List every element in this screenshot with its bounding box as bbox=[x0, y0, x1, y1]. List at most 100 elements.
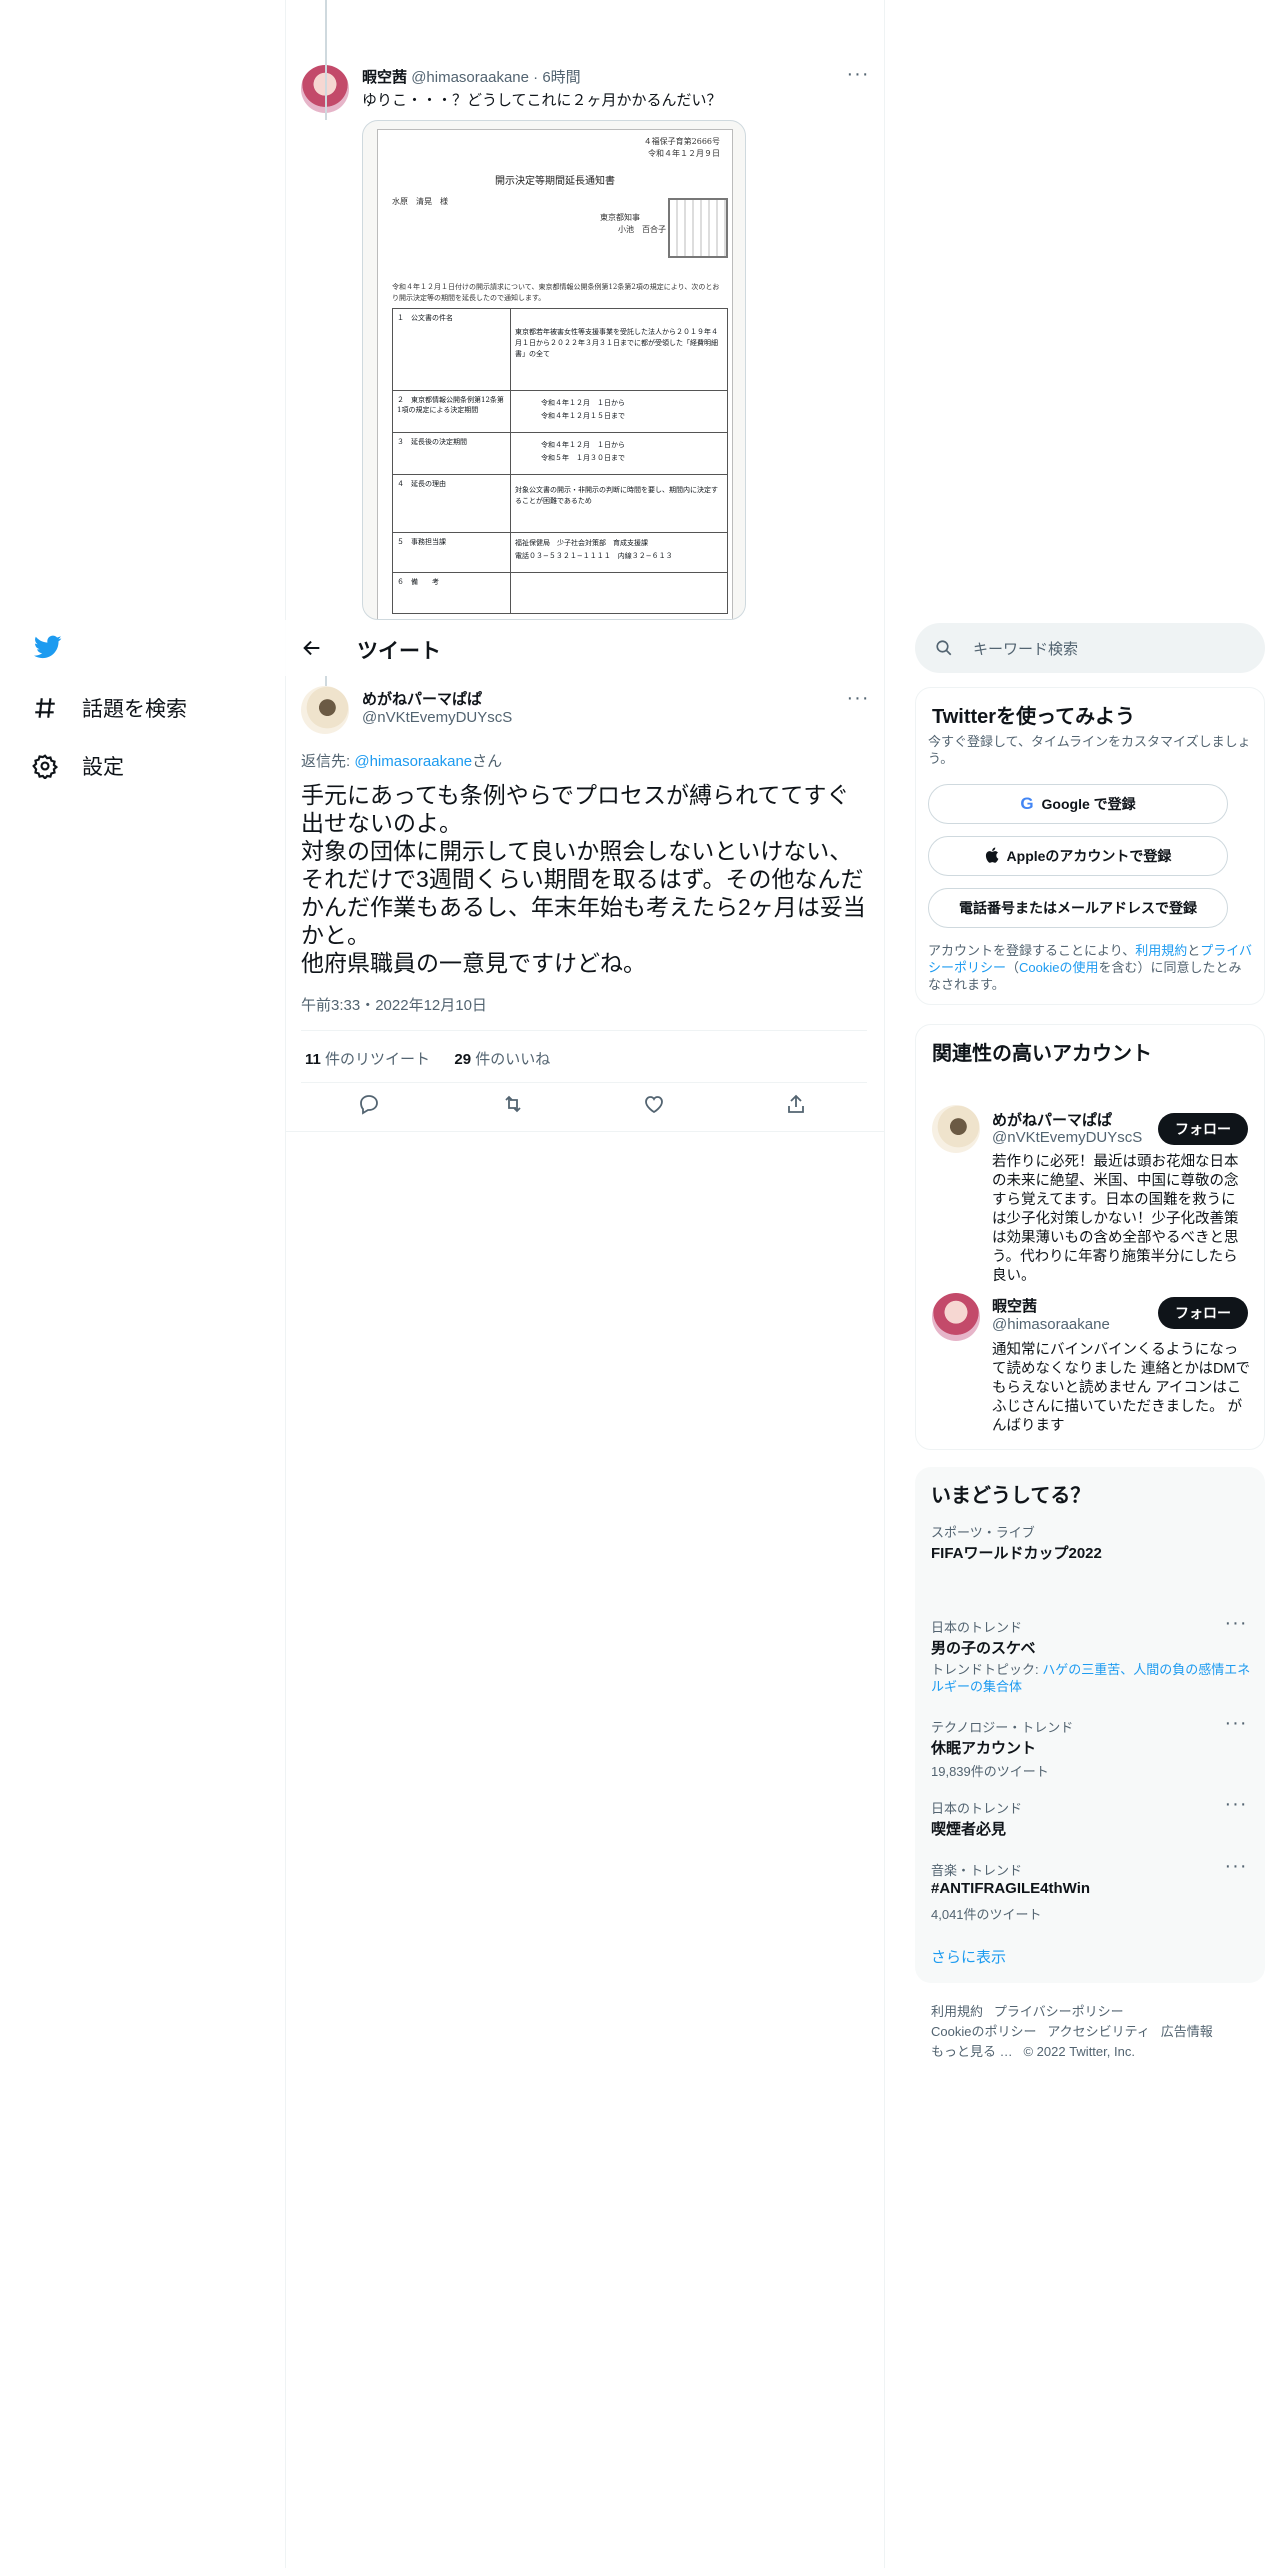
likes-stat[interactable]: 29 件のいいね bbox=[454, 1051, 550, 1068]
document-number-block: ４福保子育第2666号 令和４年１２月９日 bbox=[644, 136, 720, 160]
footer-cookie-link[interactable]: Cookieのポリシー bbox=[931, 2024, 1036, 2039]
document-row-value: 東京都若年被害女性等支援事業を受託した法人から２０１９年４月１日から２０２２年３… bbox=[515, 328, 718, 358]
footer-ads-link[interactable]: 広告情報 bbox=[1161, 2024, 1213, 2039]
divider bbox=[285, 1131, 884, 1132]
tweet-handle[interactable]: @nVKtEvemyDUYscS bbox=[362, 709, 512, 726]
terms-text: と bbox=[1187, 943, 1201, 958]
document-sender-org: 東京都知事 bbox=[600, 213, 640, 222]
document-row-value bbox=[511, 573, 727, 613]
apple-signup-button[interactable]: Appleのアカウントで登録 bbox=[928, 836, 1228, 876]
trend-name: #ANTIFRAGILE4thWin bbox=[931, 1880, 1091, 1897]
trend-item[interactable]: スポーツ・ライブ FIFAワールドカップ2022 bbox=[915, 1522, 1265, 1602]
trend-category: 日本のトレンド bbox=[931, 1801, 1023, 1816]
phone-email-signup-label: 電話番号またはメールアドレスで登録 bbox=[959, 900, 1197, 916]
document-row-value: 令和４年１２月 １日から 令和５年 １月３０日まで bbox=[541, 441, 625, 462]
tweet-author-avatar[interactable] bbox=[301, 686, 349, 734]
retweets-stat[interactable]: 11 件のリツイート bbox=[305, 1051, 430, 1068]
relevant-account-item[interactable]: めがねパーマぱぱ @nVKtEvemyDUYscS フォロー 若作りに必死！最近… bbox=[916, 1081, 1264, 1284]
account-name[interactable]: 暇空茜 bbox=[992, 1295, 1037, 1316]
tweet-timestamp[interactable]: 午前3:33・2022年12月10日 bbox=[301, 994, 487, 1015]
tweet-more-icon[interactable]: ··· bbox=[843, 688, 873, 712]
search-bar[interactable]: キーワード検索 bbox=[915, 623, 1265, 673]
trend-topic-prefix: トレンドトピック: bbox=[931, 1662, 1043, 1677]
footer-terms-link[interactable]: 利用規約 bbox=[931, 2004, 983, 2019]
reply-to-link[interactable]: @himasoraakane bbox=[354, 753, 472, 770]
footer-more-link[interactable]: もっと見る … bbox=[931, 2044, 1013, 2059]
trend-item[interactable]: 日本のトレンド ··· 男の子のスケベ トレンドトピック: ハゲの三重苦、人間の… bbox=[915, 1613, 1265, 1697]
footer-row-3: もっと見る … © 2022 Twitter, Inc. bbox=[931, 2041, 1135, 2060]
parent-tweet-separator: · bbox=[533, 69, 539, 86]
trend-category: 音楽・トレンド bbox=[931, 1863, 1023, 1878]
account-bio: 通知常にバインバインくるようになって読めなくなりました 連絡とかはDMでもらえな… bbox=[992, 1342, 1250, 1434]
signup-card: Twitterを使ってみよう 今すぐ登録して、タイムラインをカスタマイズしましょ… bbox=[915, 687, 1265, 1005]
relevant-account-item[interactable]: 暇空茜 @himasoraakane フォロー 通知常にバインバインくるようにな… bbox=[916, 1283, 1264, 1451]
account-avatar[interactable] bbox=[932, 1293, 980, 1341]
tweet-stats: 11 件のリツイート 29 件のいいね bbox=[305, 1048, 550, 1069]
trend-name: 休眠アカウント bbox=[931, 1740, 1037, 1757]
trend-item[interactable]: 日本のトレンド ··· 喫煙者必見 bbox=[915, 1794, 1265, 1848]
document-paper: ４福保子育第2666号 令和４年１２月９日 開示決定等期間延長通知書 水原 清晃… bbox=[377, 129, 733, 619]
document-row: ６ 備 考 bbox=[393, 573, 727, 613]
trend-more-icon[interactable]: ··· bbox=[1221, 1794, 1251, 1818]
google-signup-button[interactable]: G Google で登録 bbox=[928, 784, 1228, 824]
document-row-label: ４ 延長の理由 bbox=[393, 475, 511, 532]
footer-copyright: © 2022 Twitter, Inc. bbox=[1023, 2044, 1135, 2059]
nav-explore[interactable]: 話題を検索 bbox=[32, 688, 187, 728]
trend-item[interactable]: 音楽・トレンド ··· #ANTIFRAGILE4thWin 4,041件のツイ… bbox=[915, 1856, 1265, 1930]
parent-tweet-display-name[interactable]: 暇空茜 bbox=[362, 69, 407, 86]
nav-settings[interactable]: 設定 bbox=[32, 746, 124, 786]
cookie-use-link[interactable]: Cookieの使用 bbox=[1019, 960, 1098, 975]
document-sender-name: 小池 百合子 bbox=[618, 225, 666, 234]
footer-accessibility-link[interactable]: アクセシビリティ bbox=[1047, 2024, 1150, 2039]
account-handle[interactable]: @nVKtEvemyDUYscS bbox=[992, 1129, 1142, 1146]
phone-email-signup-button[interactable]: 電話番号またはメールアドレスで登録 bbox=[928, 888, 1228, 928]
account-avatar[interactable] bbox=[932, 1105, 980, 1153]
trend-name: 男の子のスケベ bbox=[931, 1640, 1036, 1657]
reply-suffix: さん bbox=[472, 753, 503, 770]
trends-title: いまどうしてる？ bbox=[931, 1485, 1091, 1507]
divider bbox=[301, 1082, 867, 1083]
trend-category: テクノロジー・トレンド bbox=[931, 1720, 1074, 1735]
apple-icon bbox=[985, 846, 999, 866]
reply-icon[interactable] bbox=[357, 1092, 387, 1122]
trend-more-icon[interactable]: ··· bbox=[1221, 1856, 1251, 1880]
parent-tweet-handle[interactable]: @himasoraakane bbox=[411, 69, 529, 86]
likes-count: 29 bbox=[454, 1051, 472, 1068]
trend-category: 日本のトレンド bbox=[931, 1620, 1023, 1635]
tweet-text: 手元にあっても条例やらでプロセスが縛られててすぐ出せないのよ。 対象の団体に開示… bbox=[301, 782, 866, 976]
apple-signup-label: Appleのアカウントで登録 bbox=[1006, 848, 1172, 864]
trend-count: 19,839件のツイート bbox=[931, 1764, 1049, 1779]
trend-more-icon[interactable]: ··· bbox=[1221, 1713, 1251, 1737]
likes-label: 件のいいね bbox=[475, 1051, 551, 1068]
like-icon[interactable] bbox=[642, 1092, 672, 1122]
footer-row-1: 利用規約 プライバシーポリシー bbox=[931, 2001, 1124, 2020]
official-seal bbox=[668, 198, 728, 258]
account-name[interactable]: めがねパーマぱぱ bbox=[992, 1109, 1112, 1130]
footer-privacy-link[interactable]: プライバシーポリシー bbox=[994, 2004, 1124, 2019]
follow-button[interactable]: フォロー bbox=[1158, 1113, 1248, 1145]
tweet-display-name[interactable]: めがねパーマぱぱ bbox=[362, 688, 482, 709]
trend-name: FIFAワールドカップ2022 bbox=[931, 1545, 1102, 1562]
gear-icon bbox=[32, 753, 58, 779]
back-arrow-icon[interactable] bbox=[301, 637, 323, 659]
show-more-link[interactable]: さらに表示 bbox=[931, 1946, 1006, 1967]
document-row: ４ 延長の理由 対象公文書の開示・非開示の判断に時間を要し、期間内に決定すること… bbox=[393, 475, 727, 533]
document-date: 令和４年１２月９日 bbox=[648, 149, 720, 158]
follow-button[interactable]: フォロー bbox=[1158, 1297, 1248, 1329]
document-row: ３ 延長後の決定期間 令和４年１２月 １日から 令和５年 １月３０日まで bbox=[393, 433, 727, 475]
search-icon bbox=[935, 639, 953, 657]
parent-tweet-time[interactable]: 6時間 bbox=[542, 69, 580, 86]
terms-text: （ bbox=[1006, 960, 1020, 975]
share-icon[interactable] bbox=[784, 1092, 814, 1122]
document-row-label: １ 公文書の件名 bbox=[393, 309, 511, 390]
parent-tweet-image[interactable]: ４福保子育第2666号 令和４年１２月９日 開示決定等期間延長通知書 水原 清晃… bbox=[362, 120, 746, 620]
retweet-icon[interactable] bbox=[501, 1092, 531, 1122]
account-handle[interactable]: @himasoraakane bbox=[992, 1316, 1110, 1333]
parent-tweet-more-icon[interactable]: ··· bbox=[843, 64, 873, 88]
trend-item[interactable]: テクノロジー・トレンド ··· 休眠アカウント 19,839件のツイート bbox=[915, 1713, 1265, 1787]
terms-of-service-link[interactable]: 利用規約 bbox=[1135, 943, 1187, 958]
document-row: ２ 東京都情報公開条例第12条第1項の規定による決定期間 令和４年１２月 １日か… bbox=[393, 391, 727, 433]
trend-more-icon[interactable]: ··· bbox=[1221, 1613, 1251, 1637]
document-row: ５ 事務担当課 福祉保健局 少子社会対策部 育成支援課 電話０３−５３２１−１１… bbox=[393, 533, 727, 573]
twitter-logo-icon[interactable] bbox=[32, 633, 64, 663]
